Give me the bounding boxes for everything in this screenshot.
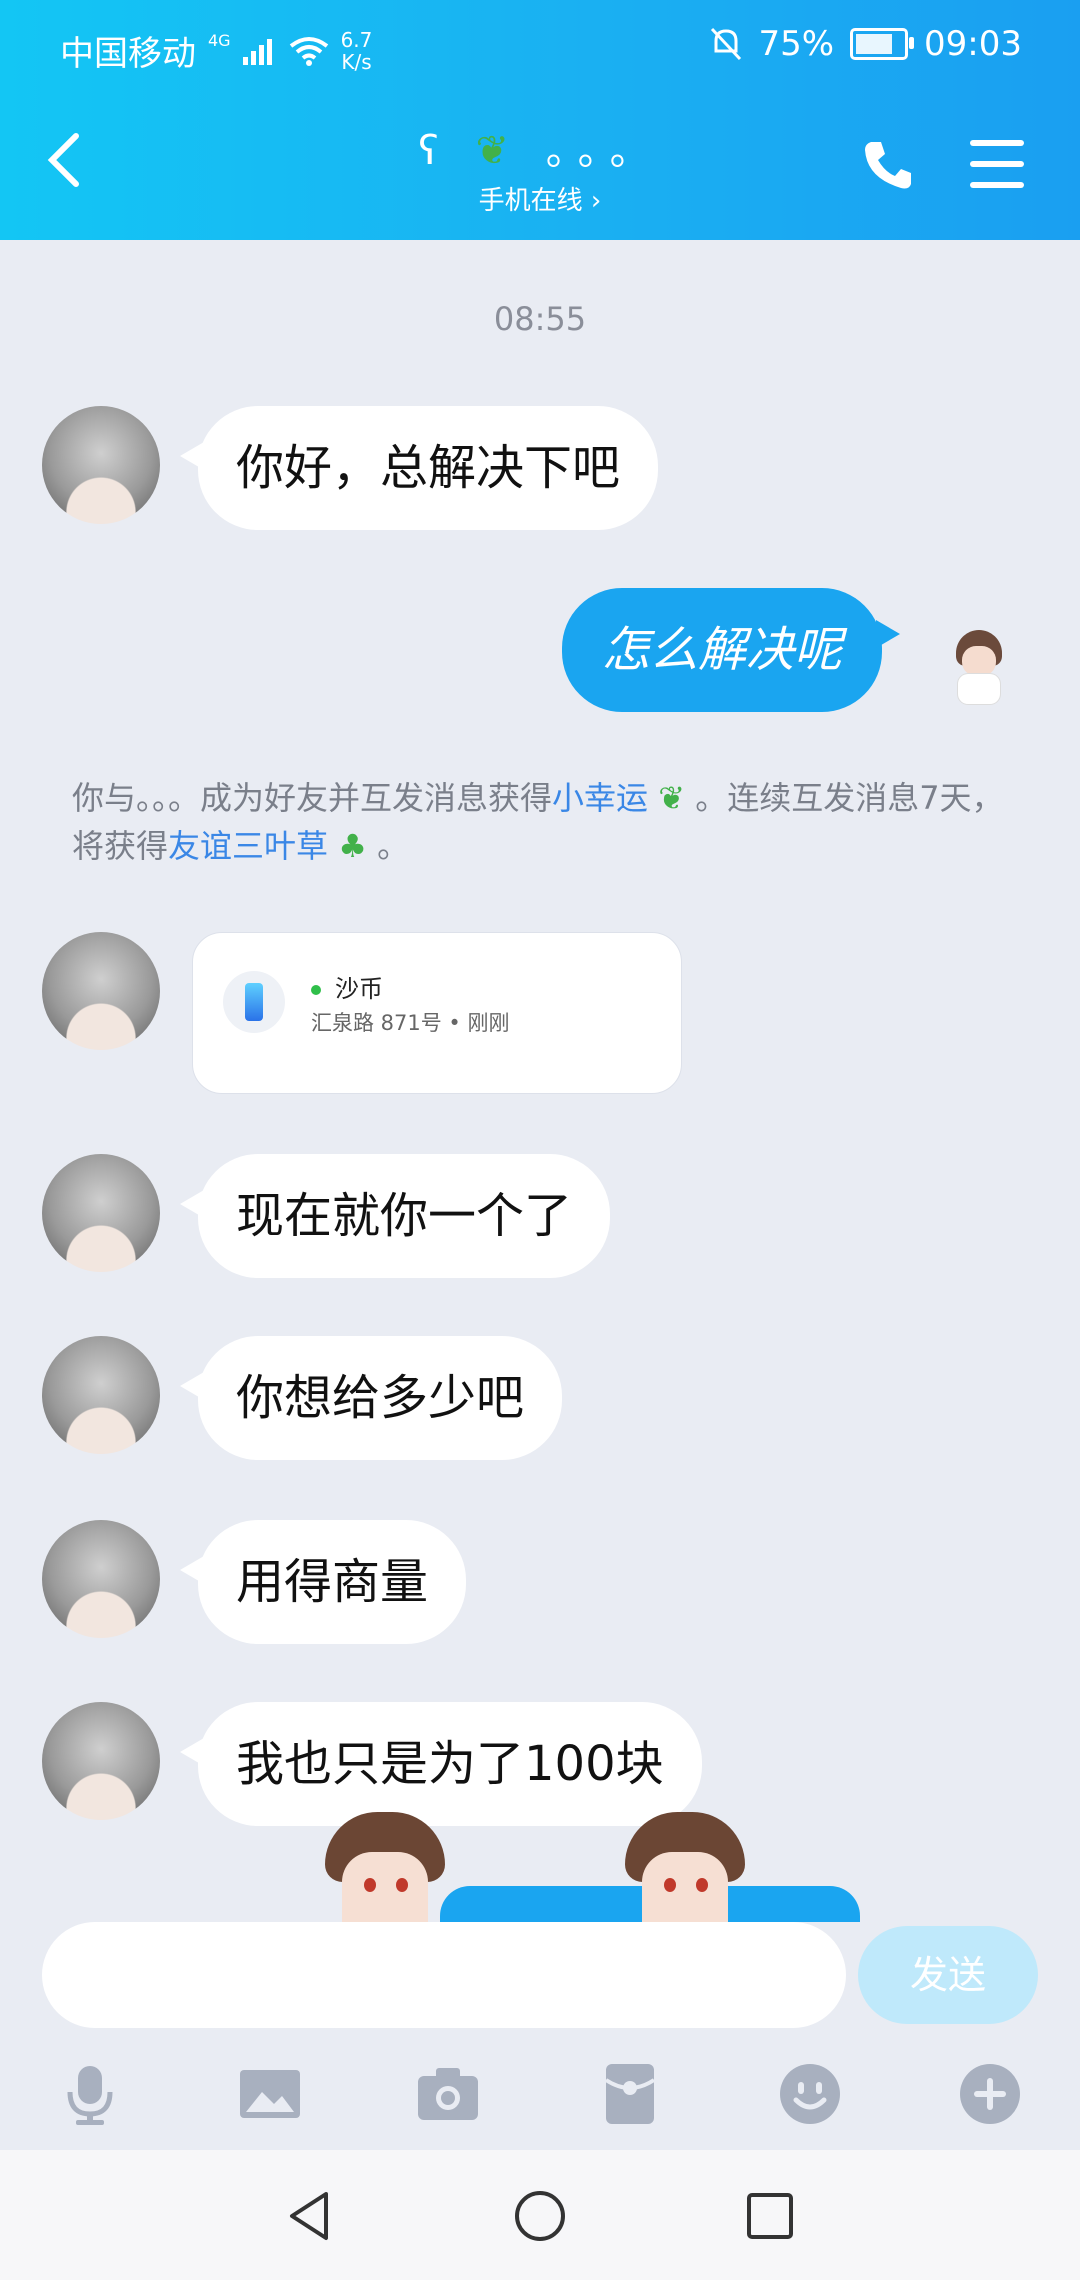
chat-title: ʕ ❦ 。。。 xyxy=(418,128,662,174)
chat-timestamp: 08:55 xyxy=(493,300,587,338)
menu-line xyxy=(970,140,1024,146)
sprout-icon: ❦ xyxy=(658,779,686,817)
clover-link[interactable]: 友谊三叶草 xyxy=(168,827,328,865)
incoming-message[interactable]: 现在就你一个了 xyxy=(179,1154,611,1278)
chat-title-area[interactable]: ʕ ❦ 。。。 手机在线 › xyxy=(0,118,1080,217)
triangle-back-icon xyxy=(290,2192,328,2240)
image-icon xyxy=(240,2070,300,2118)
voice-button[interactable] xyxy=(58,2062,122,2126)
network-speed: 6.7 K/s xyxy=(340,27,373,74)
send-button[interactable]: 发送 xyxy=(858,1926,1038,2024)
red-packet-icon xyxy=(604,2064,656,2124)
nav-recents-button[interactable] xyxy=(742,2188,798,2244)
emoji-icon xyxy=(780,2064,840,2124)
signal-icon xyxy=(242,38,272,65)
toolbar xyxy=(0,2062,1080,2142)
nav-home-button[interactable] xyxy=(512,2188,568,2244)
more-button[interactable] xyxy=(958,2062,1022,2126)
device-icon xyxy=(223,971,285,1033)
battery-percent: 75% xyxy=(758,24,835,64)
location-name: 沙币 xyxy=(311,969,383,1004)
contact-avatar[interactable] xyxy=(42,1154,160,1272)
phone-icon xyxy=(865,142,911,189)
sticker-decoration xyxy=(320,1812,880,1922)
sprout-icon: ❦ xyxy=(475,128,521,174)
my-avatar[interactable] xyxy=(944,630,1014,710)
network-type: 4G xyxy=(208,30,231,50)
contact-avatar[interactable] xyxy=(42,1702,160,1820)
little-luck-link[interactable]: 小幸运 xyxy=(552,779,648,817)
clover-icon: ♣ xyxy=(338,827,367,865)
menu-button[interactable] xyxy=(970,140,1024,188)
ear-icon: ʕ xyxy=(418,128,451,174)
wifi-icon xyxy=(289,36,328,66)
friendship-notice: 你与。。。成为好友并互发消息获得小幸运 ❦ 。连续互发消息7天，将获得友谊三叶草… xyxy=(72,779,1004,865)
top-bar: 中国移动 4G 6.7 K/s 75% 09:03 ʕ ❦ 。。。 手机在线 › xyxy=(0,0,1080,240)
menu-line xyxy=(970,182,1024,188)
composer: 发送 xyxy=(0,1922,1080,2150)
outgoing-message[interactable]: 怎么解决呢 xyxy=(562,588,900,712)
circle-home-icon xyxy=(515,2191,565,2241)
incoming-message[interactable]: 我也只是为了100块 xyxy=(180,1702,702,1826)
mute-bell-icon xyxy=(711,27,742,61)
plus-icon xyxy=(960,2064,1020,2124)
message-input[interactable] xyxy=(42,1922,846,2028)
status-bar: 中国移动 4G 6.7 K/s 75% 09:03 xyxy=(0,0,1080,92)
system-nav-bar xyxy=(0,2150,1080,2280)
emoji-button[interactable] xyxy=(778,2062,842,2126)
call-button[interactable] xyxy=(861,138,915,192)
location-card[interactable]: 沙币 汇泉路 871号 • 刚刚 xyxy=(192,932,682,1094)
location-address: 汇泉路 871号 • 刚刚 xyxy=(311,1011,510,1035)
contact-avatar[interactable] xyxy=(42,1520,160,1638)
menu-line xyxy=(970,161,1024,167)
incoming-message[interactable]: 用得商量 xyxy=(179,1520,467,1644)
online-status: 手机在线 › xyxy=(478,186,602,216)
red-packet-button[interactable] xyxy=(598,2062,662,2126)
camera-button[interactable] xyxy=(416,2062,480,2126)
contact-avatar[interactable] xyxy=(42,406,160,524)
square-recents-icon xyxy=(747,2193,793,2239)
carrier-label: 中国移动 xyxy=(60,34,196,74)
mic-icon xyxy=(67,2066,113,2125)
incoming-message[interactable]: 你想给多少吧 xyxy=(179,1336,563,1460)
battery-icon xyxy=(850,28,915,60)
clock: 09:03 xyxy=(924,24,1022,64)
contact-avatar[interactable] xyxy=(42,1336,160,1454)
incoming-message[interactable]: 你好，总解决下吧 xyxy=(179,406,659,530)
camera-icon xyxy=(418,2068,478,2120)
nav-back-button[interactable] xyxy=(282,2188,338,2244)
image-button[interactable] xyxy=(238,2062,302,2126)
contact-avatar[interactable] xyxy=(42,932,160,1050)
